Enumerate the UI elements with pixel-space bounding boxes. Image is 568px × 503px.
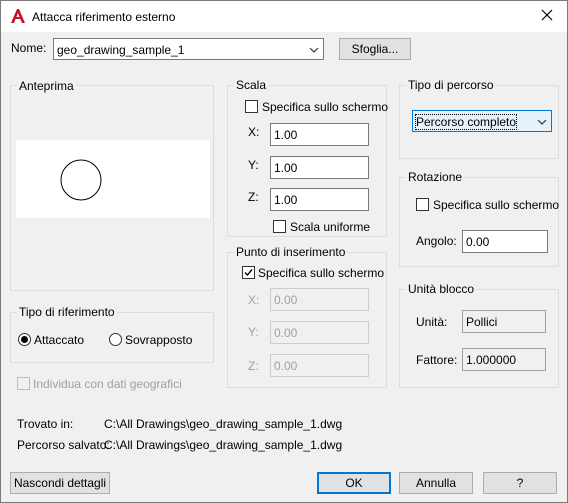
scale-specify-label: Specifica sullo schermo (262, 100, 389, 114)
insertion-point-group: Punto di inserimento Specifica sullo sch… (227, 245, 387, 388)
cancel-button[interactable]: Annulla (399, 472, 473, 494)
rotation-specify-label: Specifica sullo schermo (433, 198, 560, 212)
checkmark-icon (244, 269, 253, 277)
preview-group: Anteprima (10, 79, 214, 291)
block-unit-title: Unità blocco (406, 282, 477, 296)
radio-attached-label: Attaccato (34, 333, 85, 347)
insertion-y-input[interactable]: 0.00 (270, 321, 369, 344)
name-label: Nome: (11, 41, 47, 55)
radio-overlay[interactable] (109, 333, 122, 346)
window-title: Attacca riferimento esterno (32, 10, 176, 24)
name-select[interactable]: geo_drawing_sample_1 (53, 38, 324, 60)
title-bar: Attacca riferimento esterno (1, 1, 567, 32)
attach-xref-dialog: Attacca riferimento esterno Nome: geo_dr… (0, 0, 568, 503)
path-type-title: Tipo di percorso (406, 78, 496, 92)
scale-x-label: X: (248, 125, 260, 139)
hide-details-button[interactable]: Nascondi dettagli (10, 472, 110, 494)
rotation-group: Rotazione Specifica sullo schermo Angolo… (399, 170, 560, 267)
scale-z-label: Z: (248, 190, 259, 204)
found-in-label: Trovato in: (17, 417, 74, 431)
scale-y-label: Y: (248, 158, 259, 172)
path-type-value: Percorso completo (414, 114, 518, 130)
uniform-scale-checkbox[interactable] (273, 220, 286, 233)
block-unit-group: Unità blocco Unità: Pollici Fattore: 1.0… (399, 282, 559, 388)
scale-specify-checkbox[interactable] (245, 100, 258, 113)
rotation-title: Rotazione (406, 170, 465, 184)
reference-type-title: Tipo di riferimento (17, 305, 117, 319)
scale-y-input[interactable]: 1.00 (270, 156, 369, 179)
reference-type-group: Tipo di riferimento Attaccato Sovrappost… (10, 305, 214, 363)
preview-title: Anteprima (17, 79, 76, 93)
insertion-specify-label: Specifica sullo schermo (258, 266, 385, 280)
path-type-select[interactable]: Percorso completo (412, 110, 552, 132)
scale-z-input[interactable]: 1.00 (270, 188, 369, 211)
insertion-point-title: Punto di inserimento (234, 245, 348, 259)
found-in-value: C:\All Drawings\geo_drawing_sample_1.dwg (104, 417, 343, 431)
autocad-logo-icon (11, 9, 25, 23)
unit-value: Pollici (462, 310, 546, 333)
browse-button[interactable]: Sfoglia... (339, 38, 411, 60)
path-type-group: Tipo di percorso Percorso completo (399, 78, 559, 159)
insertion-x-label: X: (248, 293, 260, 307)
scale-group: Scala Specifica sullo schermo X: 1.00 Y:… (227, 78, 389, 237)
radio-attached[interactable] (18, 333, 31, 346)
help-button[interactable]: ? (483, 472, 557, 494)
name-select-value: geo_drawing_sample_1 (57, 43, 185, 57)
circle-preview-icon (60, 159, 102, 201)
angle-label: Angolo: (416, 234, 457, 248)
insertion-specify-checkbox[interactable] (242, 266, 255, 279)
factor-label: Fattore: (416, 353, 458, 367)
factor-value: 1.000000 (462, 348, 546, 371)
geo-checkbox[interactable] (17, 377, 30, 390)
close-icon[interactable] (539, 7, 555, 23)
chevron-down-icon (309, 47, 319, 53)
ok-button[interactable]: OK (317, 472, 391, 494)
angle-input[interactable]: 0.00 (462, 230, 548, 253)
scale-title: Scala (234, 78, 269, 92)
geo-checkbox-label: Individua con dati geografici (33, 377, 182, 391)
insertion-y-label: Y: (248, 325, 259, 339)
saved-path-label: Percorso salvato: (17, 438, 110, 452)
preview-canvas (16, 140, 210, 218)
saved-path-value: C:\All Drawings\geo_drawing_sample_1.dwg (104, 438, 343, 452)
rotation-specify-checkbox[interactable] (416, 198, 429, 211)
radio-overlay-label: Sovrapposto (125, 333, 193, 347)
insertion-x-input[interactable]: 0.00 (270, 288, 369, 311)
scale-x-input[interactable]: 1.00 (270, 123, 369, 146)
chevron-down-icon (537, 119, 547, 125)
insertion-z-input[interactable]: 0.00 (270, 354, 369, 377)
unit-label: Unità: (416, 315, 448, 329)
insertion-z-label: Z: (248, 359, 259, 373)
uniform-scale-label: Scala uniforme (290, 220, 371, 234)
